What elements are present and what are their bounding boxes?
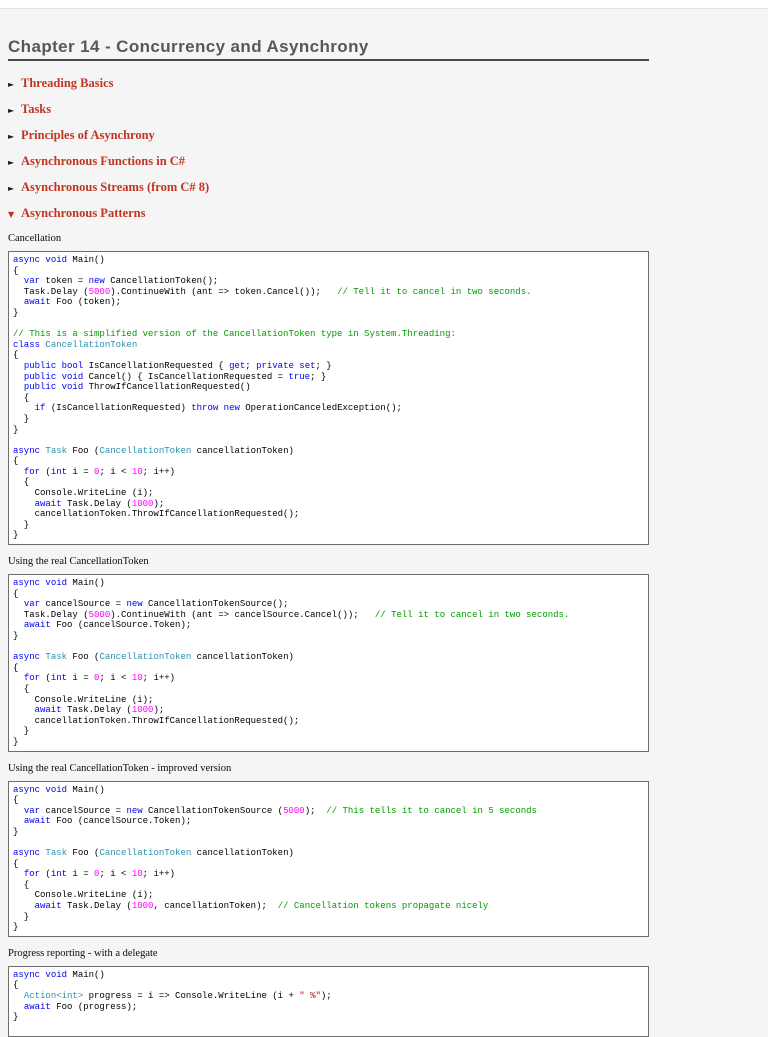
code-line: var cancelSource = new CancellationToken… [13,806,644,817]
code-block: async void Main(){ var token = new Cance… [8,251,649,545]
code-line: { [13,684,644,695]
code-line: { [13,980,644,991]
code-line [13,838,644,849]
page-title: Chapter 14 - Concurrency and Asynchrony [8,37,649,61]
code-line: if (IsCancellationRequested) throw new O… [13,403,644,414]
code-block: async void Main(){ Action<int> progress … [8,966,649,1037]
code-line: class CancellationToken [13,340,644,351]
code-line: Action<int> progress = i => Console.Writ… [13,991,644,1002]
code-line: cancellationToken.ThrowIfCancellationReq… [13,716,644,727]
code-line: await Foo (token); [13,297,644,308]
toc-item-label: Principles of Asynchrony [21,129,155,142]
code-line [13,319,644,330]
toc-item-label: Asynchronous Patterns [21,207,145,220]
toc-item-tasks[interactable]: ►Tasks [8,103,649,117]
code-line: } [13,737,644,748]
code-line: for (int i = 0; i < 10; i++) [13,869,644,880]
code-line: public void Cancel() { IsCancellationReq… [13,372,644,383]
sample-caption-using-the-real-cancellationtoken-improved-version: Using the real CancellationToken - impro… [8,763,649,775]
code-line [13,435,644,446]
code-line: } [13,530,644,541]
code-line: { [13,859,644,870]
code-line: await Task.Delay (1000); [13,705,644,716]
sample-caption-using-the-real-cancellationtoken: Using the real CancellationToken [8,556,649,568]
code-line: await Task.Delay (1000); [13,499,644,510]
code-line: Console.WriteLine (i); [13,488,644,499]
code-line: } [13,308,644,319]
toc-item-label: Asynchronous Streams (from C# 8) [21,181,209,194]
code-line: } [13,922,644,933]
code-line: async void Main() [13,970,644,981]
code-line [13,642,644,653]
toc-item-label: Tasks [21,103,51,116]
samples: Cancellationasync void Main(){ var token… [8,233,649,1037]
toc-item-asynchronous-functions-in-c[interactable]: ►Asynchronous Functions in C# [8,155,649,169]
code-line: Console.WriteLine (i); [13,695,644,706]
code-line: { [13,589,644,600]
code-line: for (int i = 0; i < 10; i++) [13,467,644,478]
toc-item-label: Threading Basics [21,77,114,90]
code-line: await Foo (cancelSource.Token); [13,816,644,827]
top-strip [0,0,768,9]
code-line: } [13,631,644,642]
code-line: Task.Delay (5000).ContinueWith (ant => t… [13,287,644,298]
expand-arrow-icon: ► [8,78,21,91]
code-line: { [13,266,644,277]
code-line: public bool IsCancellationRequested { ge… [13,361,644,372]
toc-item-principles-of-asynchrony[interactable]: ►Principles of Asynchrony [8,129,649,143]
code-line: for (int i = 0; i < 10; i++) [13,673,644,684]
code-line: } [13,912,644,923]
code-line [13,1023,644,1034]
code-line: cancellationToken.ThrowIfCancellationReq… [13,509,644,520]
code-line: await Foo (cancelSource.Token); [13,620,644,631]
code-line: { [13,350,644,361]
code-line: var token = new CancellationToken(); [13,276,644,287]
expand-arrow-icon: ► [8,130,21,143]
toc-list: ►Threading Basics►Tasks►Principles of As… [8,77,649,221]
collapse-arrow-icon: ▼ [8,208,21,221]
code-line: } [13,1012,644,1023]
code-line: await Foo (progress); [13,1002,644,1013]
expand-arrow-icon: ► [8,104,21,117]
code-line: } [13,827,644,838]
expand-arrow-icon: ► [8,182,21,195]
sample-caption-progress-reporting-with-a-delegate: Progress reporting - with a delegate [8,948,649,960]
code-line: } [13,425,644,436]
code-block: async void Main(){ var cancelSource = ne… [8,574,649,752]
code-line: { [13,663,644,674]
code-line: { [13,393,644,404]
code-line: { [13,477,644,488]
toc-item-asynchronous-patterns[interactable]: ▼Asynchronous Patterns [8,207,649,221]
code-line: { [13,795,644,806]
code-line: } [13,520,644,531]
content: Chapter 14 - Concurrency and Asynchrony … [8,37,649,1037]
code-line: { [13,456,644,467]
code-line: var cancelSource = new CancellationToken… [13,599,644,610]
code-line: // This is a simplified version of the C… [13,329,644,340]
code-block: async void Main(){ var cancelSource = ne… [8,781,649,937]
toc-item-label: Asynchronous Functions in C# [21,155,185,168]
expand-arrow-icon: ► [8,156,21,169]
code-line: Console.WriteLine (i); [13,890,644,901]
sample-caption-cancellation: Cancellation [8,233,649,245]
code-line: await Task.Delay (1000, cancellationToke… [13,901,644,912]
code-line: async Task Foo (CancellationToken cancel… [13,446,644,457]
toc-item-threading-basics[interactable]: ►Threading Basics [8,77,649,91]
toc-item-asynchronous-streams-from-c-8[interactable]: ►Asynchronous Streams (from C# 8) [8,181,649,195]
code-line: async void Main() [13,255,644,266]
code-line: Task.Delay (5000).ContinueWith (ant => c… [13,610,644,621]
code-line: async Task Foo (CancellationToken cancel… [13,652,644,663]
code-line: } [13,414,644,425]
code-line: async Task Foo (CancellationToken cancel… [13,848,644,859]
code-line: public void ThrowIfCancellationRequested… [13,382,644,393]
code-line: { [13,880,644,891]
code-line: async void Main() [13,578,644,589]
code-line: async void Main() [13,785,644,796]
code-line: } [13,726,644,737]
